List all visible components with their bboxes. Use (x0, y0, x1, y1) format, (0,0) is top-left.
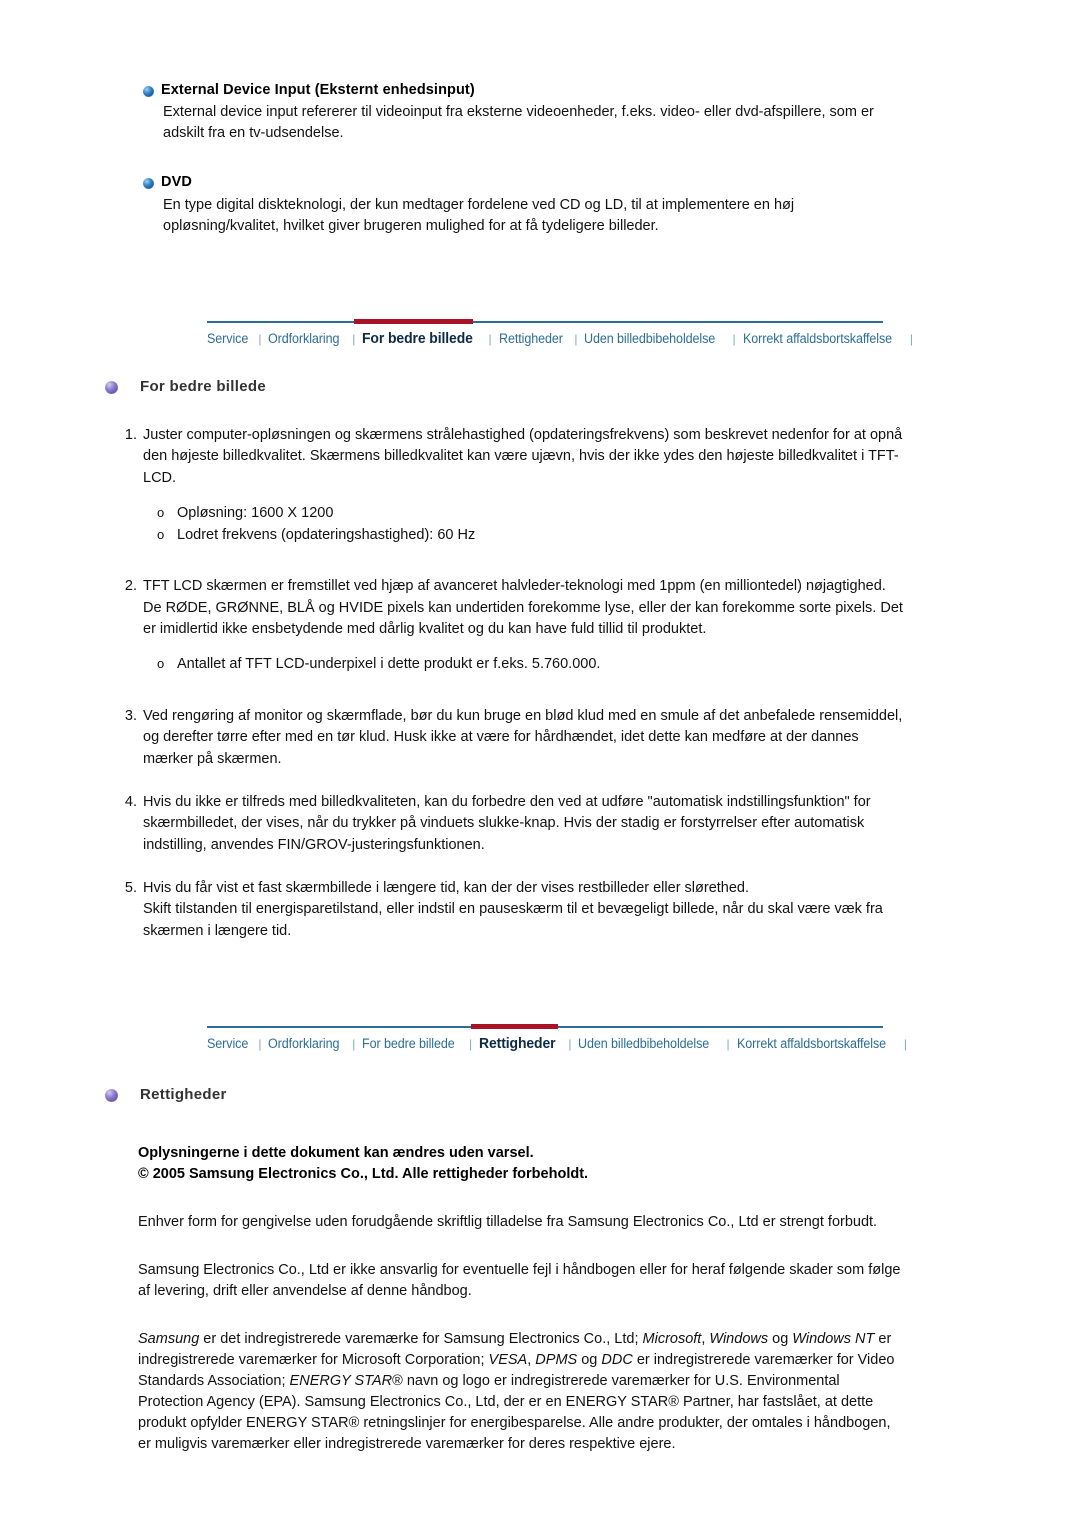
glossary-entry-body: En type digital diskteknologi, der kun m… (163, 196, 795, 234)
rights-paragraph-1: Enhver form for gengivelse uden forudgåe… (138, 1214, 878, 1231)
nav-rule (207, 1024, 883, 1029)
trademark-name: Windows (709, 1331, 769, 1348)
nav-separator: | (258, 1037, 262, 1051)
instruction-item: 3. Ved rengøring af monitor og skærmflade… (105, 706, 905, 770)
nav-item-list: Service | Ordforklaring | For bedre billede |… (207, 323, 913, 347)
section-rettigheder: Rettigheder Oplysningerne i dette dokume… (105, 1086, 905, 1455)
nav-item-ordforklaring[interactable]: Ordforklaring (268, 1036, 339, 1051)
trademark-name: DPMS (535, 1352, 578, 1369)
instruction-text: TFT LCD skærmen er fremstillet ved hjæp … (143, 578, 903, 638)
nav-separator: | (574, 332, 578, 346)
nav-separator: | (468, 1037, 473, 1051)
instruction-sublist: o Opløsning: 1600 X 1200 o Lodret frekvens … (143, 503, 905, 547)
trademark-name: ENERGY STAR (289, 1373, 393, 1390)
trademark-name: Microsoft (642, 1331, 702, 1348)
nav-item-service[interactable]: Service (207, 1036, 248, 1051)
section-navigation-bar-top: Service | Ordforklaring | For bedre billede |… (207, 319, 913, 347)
glossary-entry-title: DVD (161, 174, 192, 191)
instruction-item: 5. Hvis du får vist et fast skærmbillede … (105, 878, 905, 942)
instruction-item: 2. TFT LCD skærmen er fremstillet ved hjæ… (105, 576, 905, 676)
nav-item-for-bedre-billede[interactable]: For bedre billede (362, 1036, 455, 1051)
instruction-number: 5. (124, 880, 137, 896)
instruction-number: 1. (124, 427, 137, 443)
trademark-name: Windows NT (792, 1331, 875, 1348)
rights-notice-line-2: © 2005 Samsung Electronics Co., Ltd. All… (138, 1166, 589, 1183)
instruction-subitem: o Lodret frekvens (opdateringshastighed):… (143, 525, 905, 547)
circle-bullet-icon: o (157, 526, 165, 542)
circle-bullet-icon: o (157, 656, 165, 672)
nav-item-for-bedre-billede[interactable]: For bedre billede (362, 330, 473, 347)
purple-sphere-bullet-icon (105, 1089, 118, 1102)
instruction-text: Hvis du får vist et fast skærmbillede i … (143, 880, 883, 939)
instruction-number: 2. (124, 578, 137, 595)
blue-sphere-bullet-icon (143, 178, 154, 190)
nav-separator: | (352, 332, 356, 346)
nav-active-indicator (471, 1024, 559, 1029)
nav-item-rettigheder[interactable]: Rettigheder (499, 331, 563, 346)
nav-item-uden-billedbibeholdelse[interactable]: Uden billedbibeholdelse (578, 1036, 709, 1051)
section-title: Rettigheder (140, 1086, 227, 1103)
nav-item-korrekt-affaldsbortskaffelse[interactable]: Korrekt affaldsbortskaffelse (743, 331, 892, 346)
purple-sphere-bullet-icon (105, 381, 118, 394)
blue-sphere-bullet-icon (143, 86, 154, 97)
glossary-entry: DVD En type digital diskteknologi, der k… (143, 174, 903, 236)
glossary-entry-heading: DVD (143, 174, 903, 191)
nav-rule (207, 319, 883, 324)
nav-item-rettigheder[interactable]: Rettigheder (479, 1035, 556, 1052)
glossary-section: External Device Input (Eksternt enhedsin… (143, 82, 903, 259)
instruction-item: 1. Juster computer-opløsningen og skærmen… (105, 425, 905, 546)
nav-separator: | (488, 332, 492, 346)
nav-separator: | (903, 1037, 908, 1051)
section-navigation-bar-bottom: Service | Ordforklaring | For bedre billede |… (207, 1024, 907, 1052)
nav-item-list: Service | Ordforklaring | For bedre billede |… (207, 1028, 907, 1052)
instruction-sublist: o Antallet af TFT LCD-underpixel i dette … (143, 654, 905, 676)
nav-item-korrekt-affaldsbortskaffelse[interactable]: Korrekt affaldsbortskaffelse (737, 1036, 886, 1051)
instruction-subitem-text: Antallet af TFT LCD-underpixel i dette p… (177, 656, 601, 673)
nav-separator: | (258, 332, 262, 346)
section-heading: For bedre billede (105, 378, 905, 395)
nav-separator: | (909, 332, 914, 346)
rights-trademark-paragraph: Samsung er det indregistrerede varemærke… (138, 1331, 895, 1453)
section-heading: Rettigheder (105, 1086, 905, 1103)
circle-bullet-icon: o (157, 504, 165, 520)
nav-active-indicator (354, 319, 474, 324)
nav-item-service[interactable]: Service (207, 331, 248, 346)
nav-item-uden-billedbibeholdelse[interactable]: Uden billedbibeholdelse (584, 331, 715, 346)
nav-separator: | (732, 332, 736, 346)
numbered-instruction-list: 1. Juster computer-opløsningen og skærmen… (105, 425, 905, 942)
instruction-subitem-text: Opløsning: 1600 X 1200 (177, 504, 334, 521)
trademark-name: Samsung (138, 1331, 200, 1348)
instruction-number: 4. (124, 794, 137, 811)
instruction-number: 3. (124, 708, 137, 725)
nav-separator: | (352, 1037, 356, 1051)
instruction-text: Ved rengøring af monitor og skærmflade, … (143, 708, 903, 767)
instruction-subitem: o Antallet af TFT LCD-underpixel i dette … (143, 654, 905, 676)
section-for-bedre-billede: For bedre billede 1. Juster computer-oplø… (105, 378, 905, 942)
instruction-text: Hvis du ikke er tilfreds med billedkvali… (143, 794, 871, 853)
rights-paragraph-2: Samsung Electronics Co., Ltd er ikke ans… (138, 1262, 901, 1300)
glossary-entry-body: External device input refererer til vide… (163, 104, 874, 142)
document-page: External Device Input (Eksternt enhedsin… (0, 0, 1080, 1528)
instruction-item: 4. Hvis du ikke er tilfreds med billedkva… (105, 792, 905, 856)
nav-separator: | (568, 1037, 572, 1051)
glossary-entry-heading: External Device Input (Eksternt enhedsin… (143, 82, 903, 99)
glossary-entry: External Device Input (Eksternt enhedsin… (143, 82, 903, 144)
instruction-text: Juster computer-opløsningen og skærmens … (143, 427, 903, 486)
nav-separator: | (726, 1037, 730, 1051)
section-title: For bedre billede (140, 378, 266, 395)
instruction-subitem: o Opløsning: 1600 X 1200 (143, 503, 905, 525)
glossary-entry-title: External Device Input (Eksternt enhedsin… (161, 82, 475, 98)
instruction-subitem-text: Lodret frekvens (opdateringshastighed): … (177, 526, 476, 543)
trademark-name: DDC (601, 1352, 633, 1369)
rights-notice-line-1: Oplysningerne i dette dokument kan ændre… (138, 1145, 534, 1161)
nav-item-ordforklaring[interactable]: Ordforklaring (268, 331, 339, 346)
trademark-name: VESA (488, 1352, 528, 1369)
